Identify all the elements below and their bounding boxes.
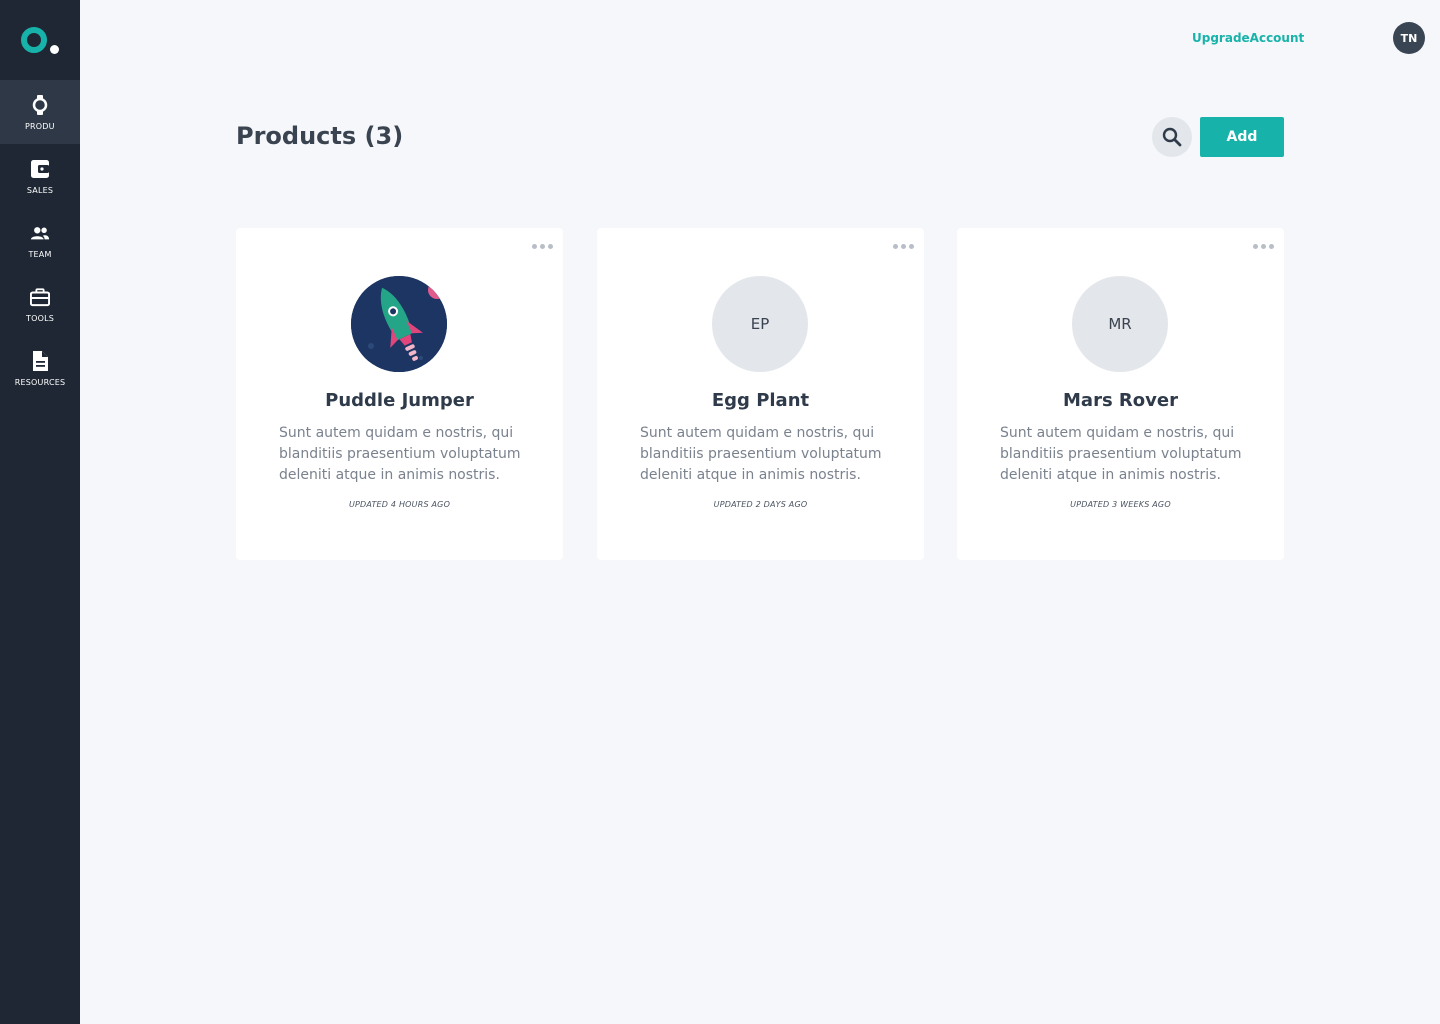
document-icon xyxy=(33,350,48,371)
product-thumbnail: EP xyxy=(712,276,808,372)
add-product-button[interactable]: Add xyxy=(1200,117,1284,157)
product-name: Mars Rover xyxy=(1063,390,1178,411)
page-title: Products (3) xyxy=(236,122,404,150)
product-card[interactable]: MR Mars Rover Sunt autem quidam e nostri… xyxy=(957,228,1284,560)
product-thumbnail: MR xyxy=(1072,276,1168,372)
app-logo[interactable] xyxy=(0,0,80,80)
product-updated: UPDATED 4 HOURS AGO xyxy=(348,500,451,509)
sidebar-item-label: TEAM xyxy=(28,249,52,259)
product-description: Sunt autem quidam e nostris, qui blandit… xyxy=(1000,425,1242,483)
sidebar-item-label: TOOLS xyxy=(25,313,54,323)
more-options-icon[interactable] xyxy=(893,240,914,253)
product-description: Sunt autem quidam e nostris, qui blandit… xyxy=(640,425,882,483)
sidebar-item-label: PRODUC xyxy=(25,121,55,131)
search-button[interactable] xyxy=(1152,117,1192,157)
people-icon xyxy=(30,226,50,239)
more-options-icon[interactable] xyxy=(532,240,553,253)
sidebar-item-label: RESOURCES xyxy=(14,377,66,387)
product-card[interactable]: Puddle Jumper Sunt autem quidam e nostri… xyxy=(236,228,563,560)
avatar[interactable]: TN xyxy=(1393,22,1425,54)
product-description: Sunt autem quidam e nostris, qui blandit… xyxy=(279,425,521,483)
search-icon xyxy=(1162,127,1182,147)
sidebar-item-tools[interactable]: TOOLS xyxy=(0,272,80,336)
logo-dot xyxy=(50,45,59,54)
watch-icon xyxy=(32,94,48,115)
sidebar-item-team[interactable]: TEAM xyxy=(0,208,80,272)
product-updated: UPDATED 3 WEEKS AGO xyxy=(1070,500,1171,509)
rocket-icon xyxy=(351,276,447,372)
wallet-icon xyxy=(31,159,49,178)
more-options-icon[interactable] xyxy=(1253,240,1274,253)
logo-ring xyxy=(21,27,47,53)
product-name: Egg Plant xyxy=(711,390,810,411)
product-thumbnail xyxy=(351,276,447,372)
sidebar-item-sales[interactable]: SALES xyxy=(0,144,80,208)
sidebar-item-resources[interactable]: RESOURCES xyxy=(0,336,80,400)
product-updated: UPDATED 2 DAYS AGO xyxy=(713,500,808,509)
product-card[interactable]: EP Egg Plant Sunt autem quidam e nostris… xyxy=(597,228,924,560)
briefcase-icon xyxy=(30,287,50,306)
product-name: Puddle Jumper xyxy=(325,390,474,411)
sidebar-item-label: SALES xyxy=(26,185,54,195)
upgrade-account-link[interactable]: UpgradeAccount xyxy=(1192,31,1304,45)
sidebar-item-products[interactable]: PRODUC xyxy=(0,80,80,144)
sidebar: PRODUC SALES TEAM TOOLS xyxy=(0,0,80,1024)
